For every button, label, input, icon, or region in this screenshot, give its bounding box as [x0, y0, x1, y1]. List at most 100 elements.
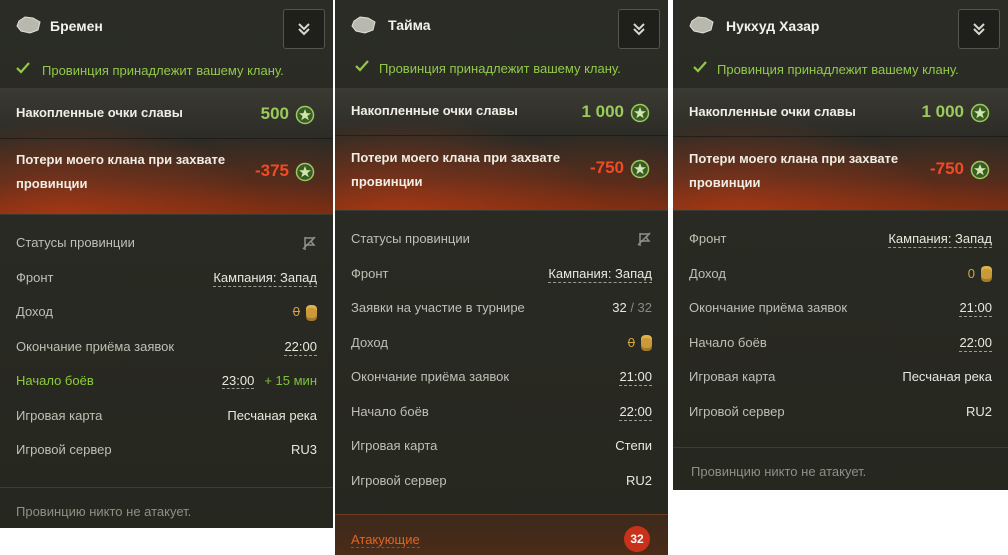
apps-end-label: Окончание приёма заявок [16, 338, 175, 354]
province-map-icon [351, 16, 376, 34]
card-header: Бремен [0, 0, 333, 52]
gold-coins-icon [981, 269, 992, 280]
check-icon [16, 62, 30, 74]
attackers-count-badge: 32 [624, 526, 650, 552]
fame-points-value: 1 000 [581, 102, 624, 121]
ownership-status: Провинция принадлежит вашему клану. [335, 52, 668, 88]
apps-end-time[interactable]: 21:00 [959, 300, 992, 317]
row-battle-start: Начало боёв 22:00 [335, 396, 668, 431]
double-chevron-down-icon [298, 23, 310, 36]
row-server: Игровой сервер RU2 [673, 396, 1008, 431]
card-header: Тайма [335, 0, 668, 52]
fame-points-label: Накопленные очки славы [689, 104, 856, 119]
income-label: Доход [16, 304, 53, 319]
income-amount: 0 [627, 334, 635, 350]
income-label: Доход [351, 334, 388, 350]
row-front: Фронт Кампания: Запад [335, 258, 668, 293]
fame-points-label: Накопленные очки славы [351, 103, 518, 118]
server-value: RU2 [965, 403, 992, 419]
apps-end-time[interactable]: 21:00 [619, 369, 652, 386]
double-chevron-down-icon [973, 23, 985, 36]
flag-off-icon[interactable] [636, 231, 652, 247]
fame-points-icon [630, 159, 650, 179]
fame-points-icon [295, 162, 315, 182]
province-title: Нукхуд Хазар [726, 18, 820, 34]
clan-loss-label: Потери моего клана при захвате провинции [351, 150, 561, 189]
province-title: Бремен [50, 18, 103, 34]
province-title: Тайма [388, 17, 431, 33]
clan-loss-value: -750 [589, 158, 624, 177]
battle-start-time[interactable]: 22:00 [619, 404, 652, 421]
fame-divider [335, 135, 668, 136]
front-link[interactable]: Кампания: Запад [548, 266, 652, 283]
province-details: Фронт Кампания: Запад Доход 0 Окончание … [673, 211, 1008, 430]
fame-points-value: 1 000 [921, 102, 964, 121]
attackers-bar[interactable]: Атакующие 32 [335, 514, 668, 555]
fame-block: Накопленные очки славы 500 Потери моего … [0, 88, 333, 215]
row-map: Игровая карта Степи [335, 430, 668, 465]
fame-block: Накопленные очки славы 1 000 Потери моег… [673, 88, 1008, 211]
ownership-status: Провинция принадлежит вашему клану. [0, 52, 333, 88]
province-map-icon [689, 16, 714, 34]
row-map: Игровая карта Песчаная река [0, 400, 333, 435]
fame-points-icon [970, 160, 990, 180]
row-front: Фронт Кампания: Запад [673, 223, 1008, 258]
check-icon [693, 61, 707, 73]
map-label: Игровая карта [351, 438, 438, 453]
battle-start-label: Начало боёв [351, 403, 429, 419]
row-income: Доход 0 [0, 296, 333, 331]
income-value: 0 [628, 335, 652, 350]
ownership-text: Провинция принадлежит вашему клану. [42, 63, 284, 78]
battle-start-time[interactable]: 23:00 [221, 373, 255, 389]
battle-start-value: 23:00 + 15 мин [221, 373, 317, 389]
ownership-text: Провинция принадлежит вашему клану. [379, 61, 621, 76]
province-map-icon [16, 16, 41, 34]
gold-coins-icon [641, 338, 652, 349]
province-card-taima: Тайма Провинция принадлежит вашему клану… [335, 0, 668, 555]
income-value: 0 [968, 266, 992, 281]
attackers-link[interactable]: Атакующие [351, 532, 420, 548]
map-label: Игровая карта [16, 407, 103, 423]
row-apps-end: Окончание приёма заявок 22:00 [0, 331, 333, 366]
apps-end-label: Окончание приёма заявок [689, 300, 848, 315]
row-apps-end: Окончание приёма заявок 21:00 [335, 361, 668, 396]
battle-start-time[interactable]: 22:00 [959, 335, 992, 352]
card-header: Нукхуд Хазар [673, 0, 1008, 52]
row-income: Доход 0 [673, 258, 1008, 293]
front-label: Фронт [16, 269, 54, 285]
apps-end-time[interactable]: 22:00 [284, 339, 317, 356]
server-label: Игровой сервер [351, 472, 447, 488]
front-link[interactable]: Кампания: Запад [888, 231, 992, 248]
province-details: Статусы провинции Фронт Кампания: Запад … [335, 211, 668, 499]
map-label: Игровая карта [689, 369, 776, 384]
row-front: Фронт Кампания: Запад [0, 262, 333, 297]
fame-divider [673, 136, 1008, 137]
fame-points-label: Накопленные очки славы [16, 105, 183, 120]
province-details: Статусы провинции Фронт Кампания: Запад … [0, 215, 333, 469]
fame-points-icon [630, 103, 650, 123]
fame-block: Накопленные очки славы 1 000 Потери моег… [335, 88, 668, 211]
collapse-toggle-button[interactable] [283, 9, 325, 49]
map-value: Степи [615, 438, 652, 453]
ownership-text: Провинция принадлежит вашему клану. [717, 62, 959, 77]
no-attack-text: Провинцию никто не атакует. [16, 504, 192, 519]
income-label: Доход [689, 265, 726, 281]
row-battle-start: Начало боёв 22:00 [673, 327, 1008, 362]
row-status: Статусы провинции [0, 227, 333, 262]
collapse-toggle-button[interactable] [618, 9, 660, 49]
collapse-toggle-button[interactable] [958, 9, 1000, 49]
clan-loss-value: -750 [929, 159, 964, 178]
row-battle-start: Начало боёв 23:00 + 15 мин [0, 365, 333, 400]
income-amount: 0 [292, 304, 300, 319]
row-tournament-apps: Заявки на участие в турнире 32 / 32 [335, 292, 668, 327]
apps-value: 32 / 32 [612, 300, 652, 315]
fame-points-icon [970, 103, 990, 123]
front-link[interactable]: Кампания: Запад [213, 270, 317, 287]
income-value: 0 [293, 304, 317, 319]
battle-delay: + 15 мин [264, 373, 317, 388]
server-label: Игровой сервер [16, 442, 112, 457]
fame-points-icon [295, 105, 315, 125]
province-card-bremen: Бремен Провинция принадлежит вашему клан… [0, 0, 333, 528]
flag-off-icon[interactable] [301, 235, 317, 251]
no-attack-text: Провинцию никто не атакует. [691, 464, 867, 479]
